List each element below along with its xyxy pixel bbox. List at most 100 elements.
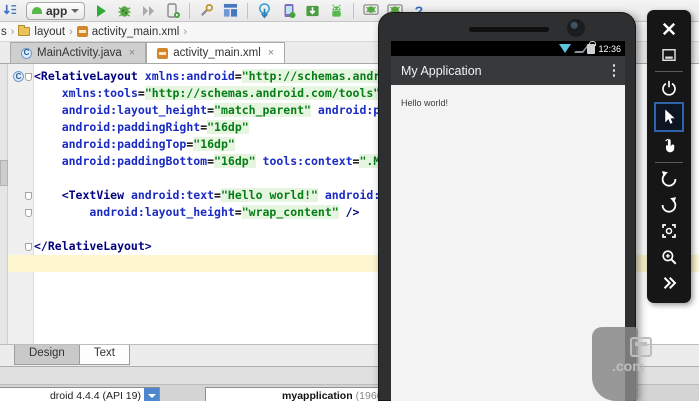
toolbar-divider — [189, 3, 190, 19]
class-gutter-icon: C — [13, 71, 24, 82]
phone-camera — [567, 19, 585, 37]
device-selector-value: droid 4.4.4 (API 19) — [0, 390, 144, 401]
editor-gutter: C — [8, 68, 34, 272]
run-config-dropdown[interactable]: app — [26, 2, 85, 20]
breadcrumb-separator: › — [183, 26, 187, 38]
code-token: = — [235, 69, 242, 83]
zoom-button[interactable] — [654, 245, 684, 269]
rotate-left-button[interactable] — [654, 167, 684, 191]
device-selector[interactable]: droid 4.4.4 (API 19) — [0, 387, 160, 401]
fold-marker-icon[interactable] — [25, 192, 32, 200]
gutter-row[interactable]: C — [8, 68, 34, 85]
emulator-close-button[interactable] — [654, 17, 684, 41]
fold-marker-icon[interactable] — [25, 73, 32, 81]
code-token: android:paddingRight — [62, 120, 200, 134]
code-token: tools:context — [263, 154, 353, 168]
sdk-manager-icon[interactable] — [304, 2, 321, 19]
android-robot-icon[interactable] — [328, 2, 345, 19]
overflow-menu-icon[interactable] — [613, 64, 616, 77]
code-token: /> — [346, 205, 360, 219]
app-content[interactable]: Hello world! — [391, 85, 625, 119]
force-step-icon[interactable] — [140, 2, 157, 19]
gutter-row[interactable] — [8, 187, 34, 204]
dropdown-button[interactable] — [144, 388, 159, 401]
code-token — [34, 86, 62, 100]
gutter-row[interactable] — [8, 102, 34, 119]
device-monitor-icon[interactable] — [362, 2, 379, 19]
close-icon[interactable]: × — [129, 47, 135, 59]
app-action-bar: My Application — [391, 56, 625, 85]
gutter-row[interactable] — [8, 136, 34, 153]
project-structure-icon[interactable] — [222, 2, 239, 19]
battery-lock-icon — [587, 44, 595, 54]
pointer-tool-button[interactable] — [654, 102, 684, 132]
phone-speaker — [469, 27, 549, 32]
gutter-row[interactable] — [8, 221, 34, 238]
run-on-device-icon[interactable] — [164, 2, 181, 19]
code-token: "16dp" — [193, 137, 235, 151]
code-token: "Hello world!" — [221, 188, 318, 202]
class-icon: C — [21, 48, 32, 59]
fold-marker-icon[interactable] — [25, 243, 32, 251]
touch-tool-button[interactable] — [654, 134, 684, 158]
hello-world-text: Hello world! — [401, 98, 448, 108]
emulator-screen[interactable]: 12:36 My Application Hello world! — [391, 41, 625, 401]
gutter-row[interactable] — [8, 153, 34, 170]
emulator-minimize-button[interactable] — [654, 43, 684, 67]
run-config-label: app — [46, 4, 67, 18]
code-token — [318, 188, 325, 202]
toolbar-divider — [247, 3, 248, 19]
xml-file-icon — [157, 48, 168, 59]
breadcrumb-separator: › — [69, 26, 73, 38]
tab-text[interactable]: Text — [80, 345, 130, 365]
tab-activity-main-xml[interactable]: activity_main.xml × — [146, 42, 285, 63]
close-icon[interactable]: × — [268, 47, 274, 59]
gutter-row[interactable] — [8, 255, 34, 272]
editor-left-strip — [0, 64, 8, 344]
splitter-handle[interactable] — [0, 160, 8, 186]
breadcrumb-prefix[interactable]: s — [1, 26, 7, 38]
app-title: My Application — [401, 64, 613, 78]
gutter-row[interactable] — [8, 85, 34, 102]
android-status-bar: 12:36 — [391, 41, 625, 56]
code-token: android:layout_height — [62, 103, 207, 117]
toolbar-divider — [655, 71, 683, 72]
code-token — [124, 188, 131, 202]
gutter-row[interactable] — [8, 170, 34, 187]
code-token: "http://schemas.android.com/tools" — [145, 86, 380, 100]
xml-file-icon — [77, 26, 88, 37]
run-button[interactable] — [92, 2, 109, 19]
code-token — [34, 188, 62, 202]
gutter-row[interactable] — [8, 119, 34, 136]
code-token: xmlns:tools — [62, 86, 138, 100]
gutter-row[interactable] — [8, 204, 34, 221]
tab-label: activity_main.xml — [173, 47, 261, 59]
emulator-toolbar — [647, 10, 691, 303]
code-token: xmlns:android — [145, 69, 235, 83]
process-selector[interactable]: myapplication(1966) — [205, 387, 405, 401]
power-button[interactable] — [654, 76, 684, 100]
tab-design[interactable]: Design — [14, 345, 80, 365]
more-tools-button[interactable] — [654, 271, 684, 295]
toolbar-divider — [655, 162, 683, 163]
code-token — [34, 137, 62, 151]
fold-marker-icon[interactable] — [25, 209, 32, 217]
gutter-row[interactable] — [8, 238, 34, 255]
breadcrumb-item-file[interactable]: activity_main.xml — [92, 26, 180, 38]
code-token: android:layout_height — [89, 205, 234, 219]
code-token: = — [138, 86, 145, 100]
process-name: myapplication — [282, 390, 353, 401]
code-token: = — [235, 205, 242, 219]
sort-order-icon[interactable] — [2, 2, 19, 19]
wifi-icon — [559, 44, 571, 53]
screenshot-button[interactable] — [654, 219, 684, 243]
sync-gradle-icon[interactable] — [256, 2, 273, 19]
code-token: "16dp" — [207, 120, 249, 134]
tab-mainactivity-java[interactable]: C MainActivity.java × — [10, 42, 146, 63]
rotate-right-button[interactable] — [654, 193, 684, 217]
breadcrumb-item-layout[interactable]: layout — [34, 26, 65, 38]
debug-button[interactable] — [116, 2, 133, 19]
avd-manager-icon[interactable] — [280, 2, 297, 19]
settings-wrench-icon[interactable] — [198, 2, 215, 19]
process-selector-value: myapplication(1966) — [206, 390, 389, 401]
